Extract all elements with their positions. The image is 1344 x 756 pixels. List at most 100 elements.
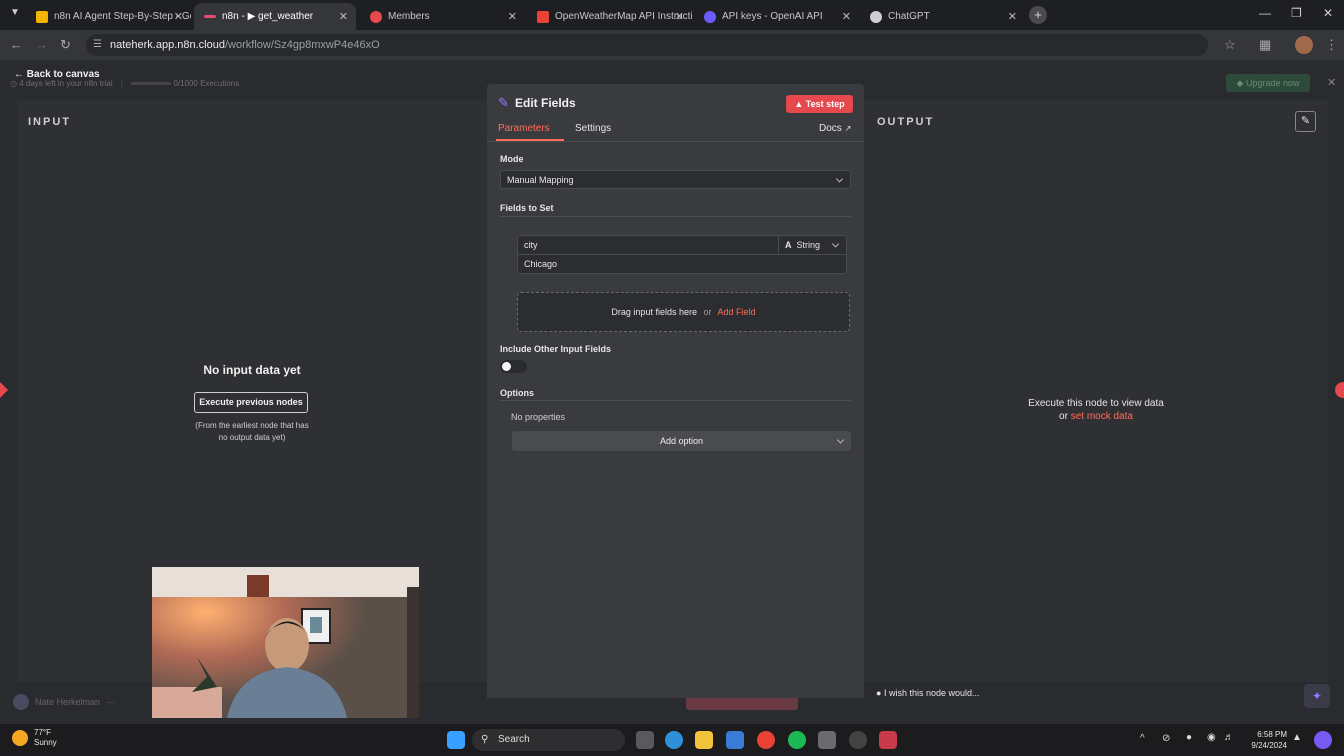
tab-get-weather[interactable]: n8n - ▶ get_weather ✕ xyxy=(194,3,356,30)
close-window-icon[interactable]: ✕ xyxy=(1323,6,1333,20)
tab-label: OpenWeatherMap API Instructi xyxy=(555,11,692,22)
members-icon xyxy=(370,10,382,23)
execute-workflow-button[interactable] xyxy=(686,698,798,710)
store-icon[interactable] xyxy=(726,731,744,749)
browser-menu-icon[interactable]: ⋮ xyxy=(1325,37,1338,53)
wifi-icon[interactable]: ◉ xyxy=(1207,732,1216,743)
bookmark-star-icon[interactable]: ☆ xyxy=(1224,37,1236,53)
add-field-link[interactable]: Add Field xyxy=(718,307,756,317)
close-icon[interactable]: ✕ xyxy=(842,10,851,23)
snipping-tool-icon[interactable] xyxy=(879,731,897,749)
close-icon[interactable]: ✕ xyxy=(508,10,517,23)
chrome-icon[interactable] xyxy=(757,731,775,749)
next-node-handle[interactable] xyxy=(1335,382,1344,398)
extensions-icon[interactable]: ▦ xyxy=(1259,37,1271,53)
tab-n8n-ai-agent[interactable]: n8n AI Agent Step-By-Step - Go ✕ xyxy=(26,3,191,30)
drag-or: or xyxy=(703,307,712,317)
more-icon[interactable]: ⋯ xyxy=(106,697,115,708)
no-properties-text: No properties xyxy=(511,412,566,422)
test-step-button[interactable]: ▲ Test step xyxy=(786,95,853,113)
profile-avatar[interactable] xyxy=(1295,36,1313,54)
copilot-icon[interactable] xyxy=(1314,731,1332,749)
webcam-image xyxy=(152,567,419,718)
windows-start-icon[interactable] xyxy=(447,731,465,749)
mode-select[interactable]: Manual Mapping xyxy=(500,170,851,189)
string-type-icon: A xyxy=(785,240,792,250)
new-tab-button[interactable]: + xyxy=(1029,6,1047,24)
clock[interactable]: 6:58 PM 9/24/2024 xyxy=(1243,729,1287,751)
forward-arrow-icon[interactable]: → xyxy=(35,37,48,52)
tab-parameters[interactable]: Parameters xyxy=(498,123,550,134)
trial-banner: ◷ 4 days left in your n8n trial | 0/1000… xyxy=(10,79,240,88)
add-option-select[interactable]: Add option xyxy=(512,431,851,451)
field-value-input[interactable]: Chicago xyxy=(517,254,847,274)
field-type-select[interactable]: A String xyxy=(778,235,847,255)
tab-openai-api-keys[interactable]: API keys - OpenAI API ✕ xyxy=(694,3,859,30)
wish-feedback-link[interactable]: ● I wish this node would... xyxy=(876,688,980,698)
user-menu[interactable]: Nate Herkelman ⋯ xyxy=(13,694,115,710)
close-icon[interactable]: ✕ xyxy=(675,10,684,23)
close-ndv-icon[interactable]: ✕ xyxy=(1327,76,1336,89)
drag-text: Drag input fields here xyxy=(611,307,697,317)
close-icon[interactable]: ✕ xyxy=(339,10,348,23)
chevron-up-icon[interactable]: ^ xyxy=(1140,733,1145,744)
chatgpt-icon xyxy=(870,10,882,23)
network-off-icon[interactable]: ⊘ xyxy=(1162,733,1170,744)
google-docs-icon xyxy=(36,10,48,23)
file-explorer-icon[interactable] xyxy=(695,731,713,749)
tab-settings[interactable]: Settings xyxy=(575,123,611,134)
task-view-icon[interactable] xyxy=(636,731,654,749)
output-message-line: Execute this node to view data xyxy=(1028,398,1164,409)
panel-title: Edit Fields xyxy=(515,96,576,110)
notification-bell-icon[interactable]: ▲ xyxy=(1292,732,1302,743)
output-message: Execute this node to view data or set mo… xyxy=(864,397,1328,423)
docs-label: Docs xyxy=(819,123,842,134)
spotify-icon[interactable] xyxy=(788,731,806,749)
docs-link[interactable]: Docs ↗ xyxy=(819,123,851,134)
weather-text: Sunny xyxy=(34,738,57,747)
back-arrow-icon[interactable]: ← xyxy=(10,37,23,52)
chevron-down-icon xyxy=(831,240,840,248)
execute-previous-button[interactable]: Execute previous nodes xyxy=(194,392,308,413)
field-name-value: city xyxy=(524,240,538,250)
or-text: or xyxy=(1059,411,1068,422)
field-name-input[interactable]: city xyxy=(517,235,779,255)
include-other-toggle[interactable] xyxy=(500,360,527,373)
site-info-icon[interactable]: ☰ xyxy=(93,34,102,56)
tab-openweathermap[interactable]: OpenWeatherMap API Instructi ✕ xyxy=(527,3,692,30)
reload-icon[interactable]: ↻ xyxy=(60,37,71,53)
tab-label: API keys - OpenAI API xyxy=(722,11,823,22)
output-title: OUTPUT xyxy=(877,116,935,128)
date: 9/24/2024 xyxy=(1251,741,1287,750)
lightbulb-icon: ● xyxy=(876,688,882,698)
avatar xyxy=(13,694,29,710)
obs-icon[interactable] xyxy=(849,731,867,749)
restore-icon[interactable]: ❐ xyxy=(1291,6,1302,20)
drop-zone[interactable]: Drag input fields here or Add Field xyxy=(517,292,850,332)
url-field[interactable]: ☰ nateherk.app.n8n.cloud/workflow/Sz4gp8… xyxy=(86,34,1208,56)
edit-output-button[interactable]: ✎ xyxy=(1295,111,1316,132)
taskbar-search[interactable]: ⚲ Search xyxy=(472,729,625,751)
close-icon[interactable]: ✕ xyxy=(174,10,183,23)
ai-assistant-button[interactable]: ✦ xyxy=(1304,684,1330,708)
executions-dot xyxy=(131,82,172,86)
close-icon[interactable]: ✕ xyxy=(1008,10,1017,23)
executions-text: 0/1000 Executions xyxy=(173,79,240,88)
tab-chatgpt[interactable]: ChatGPT ✕ xyxy=(860,3,1025,30)
edge-icon[interactable] xyxy=(665,731,683,749)
camera-icon[interactable] xyxy=(818,731,836,749)
tab-members[interactable]: Members ✕ xyxy=(360,3,525,30)
clock-icon: ◷ xyxy=(10,79,17,88)
prev-node-handle[interactable] xyxy=(0,382,8,398)
upgrade-button[interactable]: ◆ Upgrade now xyxy=(1226,74,1310,92)
note-line-2: no output data yet) xyxy=(218,433,286,442)
set-mock-data-link[interactable]: set mock data xyxy=(1071,411,1133,422)
field-type-value: String xyxy=(796,240,821,250)
n8n-icon xyxy=(204,15,216,18)
tab-list-chevron-icon[interactable]: ▼ xyxy=(10,7,20,18)
chevron-down-icon xyxy=(836,436,845,444)
microphone-icon[interactable]: ● xyxy=(1186,732,1192,743)
volume-icon[interactable]: ♬ xyxy=(1224,732,1234,743)
minimize-icon[interactable]: — xyxy=(1259,6,1271,20)
weather-widget[interactable]: 77°F Sunny xyxy=(12,728,57,748)
